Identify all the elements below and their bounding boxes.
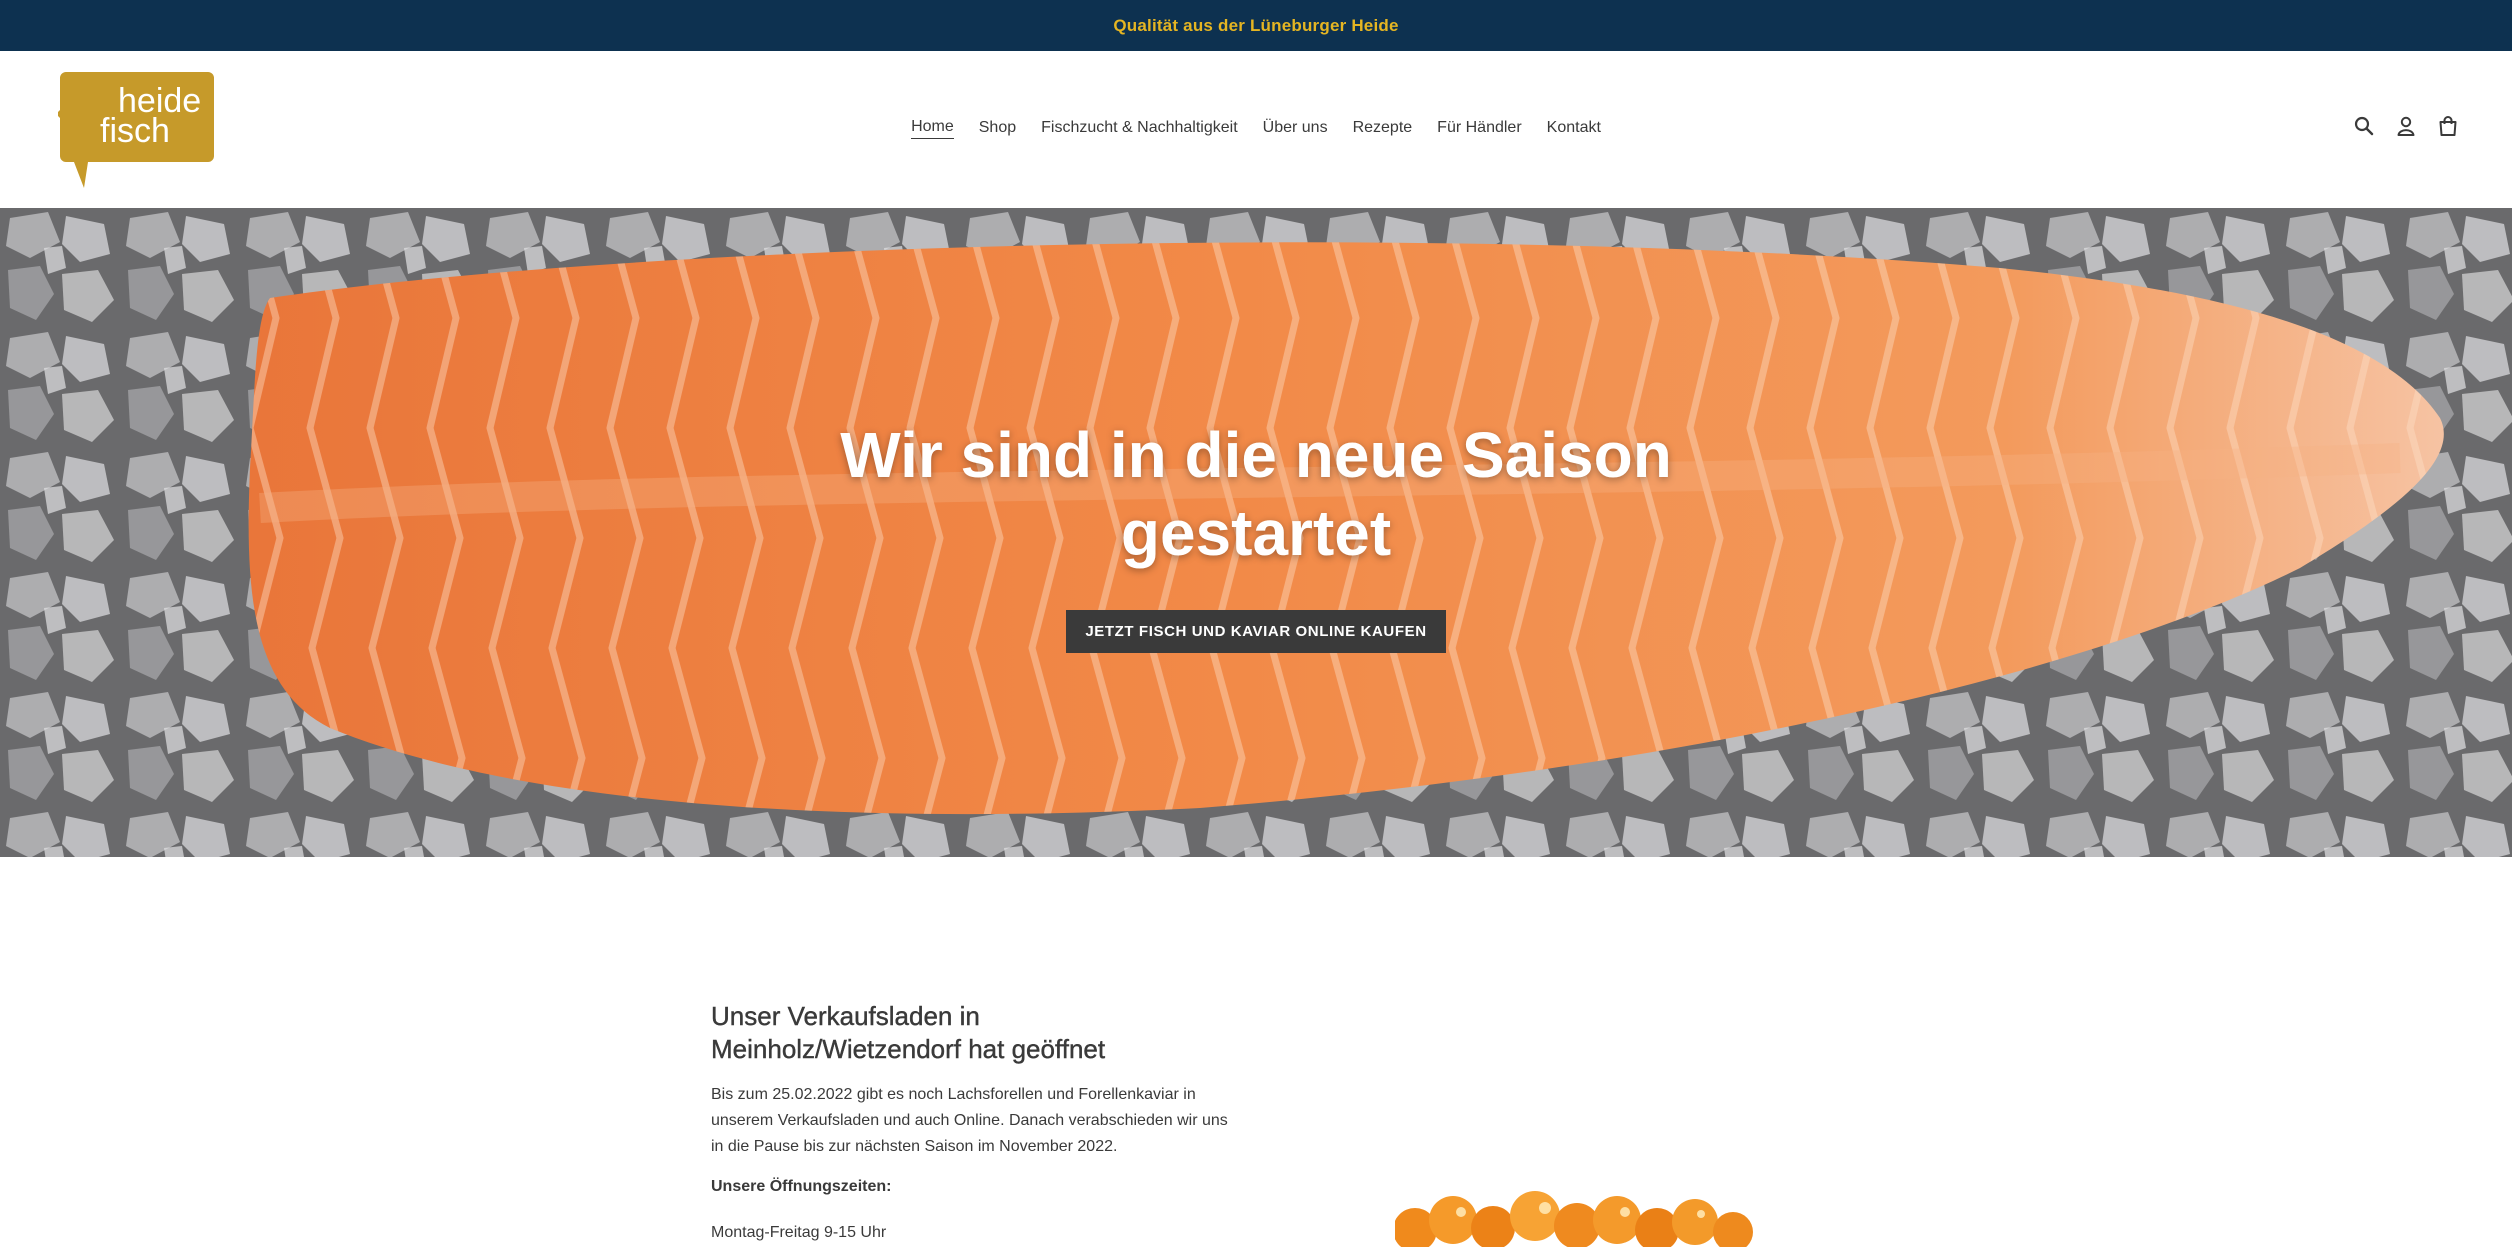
account-icon[interactable] — [2395, 115, 2417, 137]
hero-banner: Wir sind in die neue Saison gestartet JE… — [0, 208, 2512, 857]
nav-ueber-uns[interactable]: Über uns — [1263, 119, 1328, 139]
caviar-image — [1395, 1160, 1775, 1247]
nav-rezepte[interactable]: Rezepte — [1353, 119, 1413, 139]
nav-haendler[interactable]: Für Händler — [1437, 119, 1521, 139]
nav-home[interactable]: Home — [911, 118, 954, 139]
nav-shop[interactable]: Shop — [979, 119, 1016, 139]
store-info-section: Unser Verkaufsladen in Meinholz/Wietzend… — [711, 1000, 1231, 1242]
store-heading: Unser Verkaufsladen in Meinholz/Wietzend… — [711, 1001, 1106, 1064]
hero-title: Wir sind in die neue Saison gestartet — [840, 419, 1672, 569]
site-header: heide fisch Home Shop Fischzucht & Nachh… — [0, 51, 2512, 208]
store-description: Bis zum 25.02.2022 gibt es noch Lachsfor… — [711, 1086, 1228, 1155]
search-icon[interactable] — [2353, 115, 2375, 137]
opening-hours-title: Unsere Öffnungszeiten: — [711, 1178, 892, 1195]
opening-hours: Montag-Freitag 9-15 Uhr — [711, 1224, 887, 1241]
shop-online-button[interactable]: JETZT FISCH UND KAVIAR ONLINE KAUFEN — [1066, 610, 1446, 653]
main-nav: Home Shop Fischzucht & Nachhaltigkeit Üb… — [0, 51, 2512, 208]
announcement-text: Qualität aus der Lüneburger Heide — [1113, 15, 1399, 35]
cart-icon[interactable] — [2437, 115, 2459, 137]
nav-fischzucht[interactable]: Fischzucht & Nachhaltigkeit — [1041, 119, 1238, 139]
nav-kontakt[interactable]: Kontakt — [1547, 119, 1601, 139]
announcement-bar: Qualität aus der Lüneburger Heide — [0, 0, 2512, 51]
svg-text:fisch: fisch — [100, 112, 170, 150]
heidefisch-logo[interactable]: heide fisch — [56, 70, 218, 190]
